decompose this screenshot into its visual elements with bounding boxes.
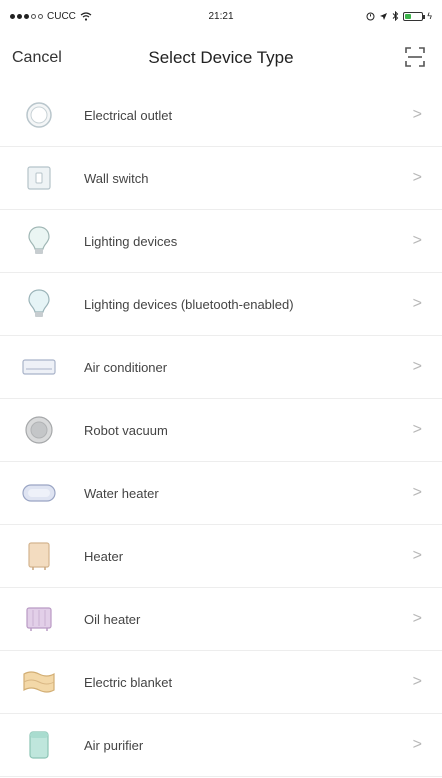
bluetooth-icon: [392, 11, 399, 21]
device-label: Robot vacuum: [84, 422, 168, 438]
chevron-right-icon: >: [412, 106, 422, 123]
air-conditioner-icon: [22, 350, 56, 384]
wall-switch-icon: [22, 161, 56, 195]
bluetooth-bulb-icon: [22, 287, 56, 321]
device-item-heater[interactable]: Heater >: [0, 525, 442, 588]
scan-icon[interactable]: [404, 46, 426, 68]
device-label: Oil heater: [84, 611, 141, 627]
device-item-wall-switch[interactable]: Wall switch >: [0, 147, 442, 210]
chevron-right-icon: >: [412, 232, 422, 249]
device-label: Electric blanket: [84, 674, 173, 690]
device-label: Heater: [84, 548, 124, 564]
light-bulb-icon: [22, 224, 56, 258]
status-bar: CUCC 21:21 ϟ: [0, 0, 442, 32]
chevron-right-icon: >: [412, 736, 422, 753]
carrier-name: CUCC: [47, 10, 76, 22]
heater-icon: [22, 539, 56, 573]
chevron-right-icon: >: [412, 295, 422, 312]
signal-strength-icon: [10, 13, 43, 19]
device-label: Water heater: [84, 485, 159, 501]
alarm-icon: [366, 12, 375, 20]
chevron-right-icon: >: [412, 169, 422, 186]
device-label: Air purifier: [84, 737, 144, 753]
charging-icon: ϟ: [427, 11, 432, 21]
device-label: Wall switch: [84, 170, 149, 186]
device-item-oil-heater[interactable]: Oil heater >: [0, 588, 442, 651]
water-heater-icon: [22, 476, 56, 510]
status-time: 21:21: [208, 10, 234, 22]
chevron-right-icon: >: [412, 547, 422, 564]
status-right: ϟ: [312, 11, 432, 21]
location-arrow-icon: [380, 12, 388, 20]
device-item-air-purifier[interactable]: Air purifier >: [0, 714, 442, 777]
device-label: Lighting devices (bluetooth-enabled): [84, 296, 294, 312]
device-item-electric-blanket[interactable]: Electric blanket >: [0, 651, 442, 714]
nav-bar: Cancel Select Device Type: [0, 32, 442, 84]
device-label: Lighting devices: [84, 233, 178, 249]
device-item-robot-vacuum[interactable]: Robot vacuum >: [0, 399, 442, 462]
device-item-electrical-outlet[interactable]: Electrical outlet >: [0, 84, 442, 147]
status-left: CUCC: [10, 11, 130, 22]
screen: CUCC 21:21 ϟ Cancel Select Device Type E…: [0, 0, 442, 778]
device-item-water-heater[interactable]: Water heater >: [0, 462, 442, 525]
chevron-right-icon: >: [412, 484, 422, 501]
air-purifier-icon: [22, 728, 56, 762]
wifi-icon: [80, 11, 92, 21]
chevron-right-icon: >: [412, 421, 422, 438]
device-type-list: Electrical outlet > Wall switch > Lighti…: [0, 84, 442, 777]
battery-icon: [403, 11, 426, 21]
electrical-outlet-icon: [22, 98, 56, 132]
oil-heater-icon: [22, 602, 56, 636]
robot-vacuum-icon: [22, 413, 56, 447]
chevron-right-icon: >: [412, 610, 422, 627]
device-item-lighting-devices[interactable]: Lighting devices >: [0, 210, 442, 273]
device-label: Electrical outlet: [84, 107, 173, 123]
device-item-air-conditioner[interactable]: Air conditioner >: [0, 336, 442, 399]
chevron-right-icon: >: [412, 673, 422, 690]
electric-blanket-icon: [22, 665, 56, 699]
device-item-lighting-devices-bluetooth[interactable]: Lighting devices (bluetooth-enabled) >: [0, 273, 442, 336]
cancel-button[interactable]: Cancel: [12, 49, 62, 67]
chevron-right-icon: >: [412, 358, 422, 375]
page-title: Select Device Type: [148, 48, 294, 67]
device-label: Air conditioner: [84, 359, 168, 375]
